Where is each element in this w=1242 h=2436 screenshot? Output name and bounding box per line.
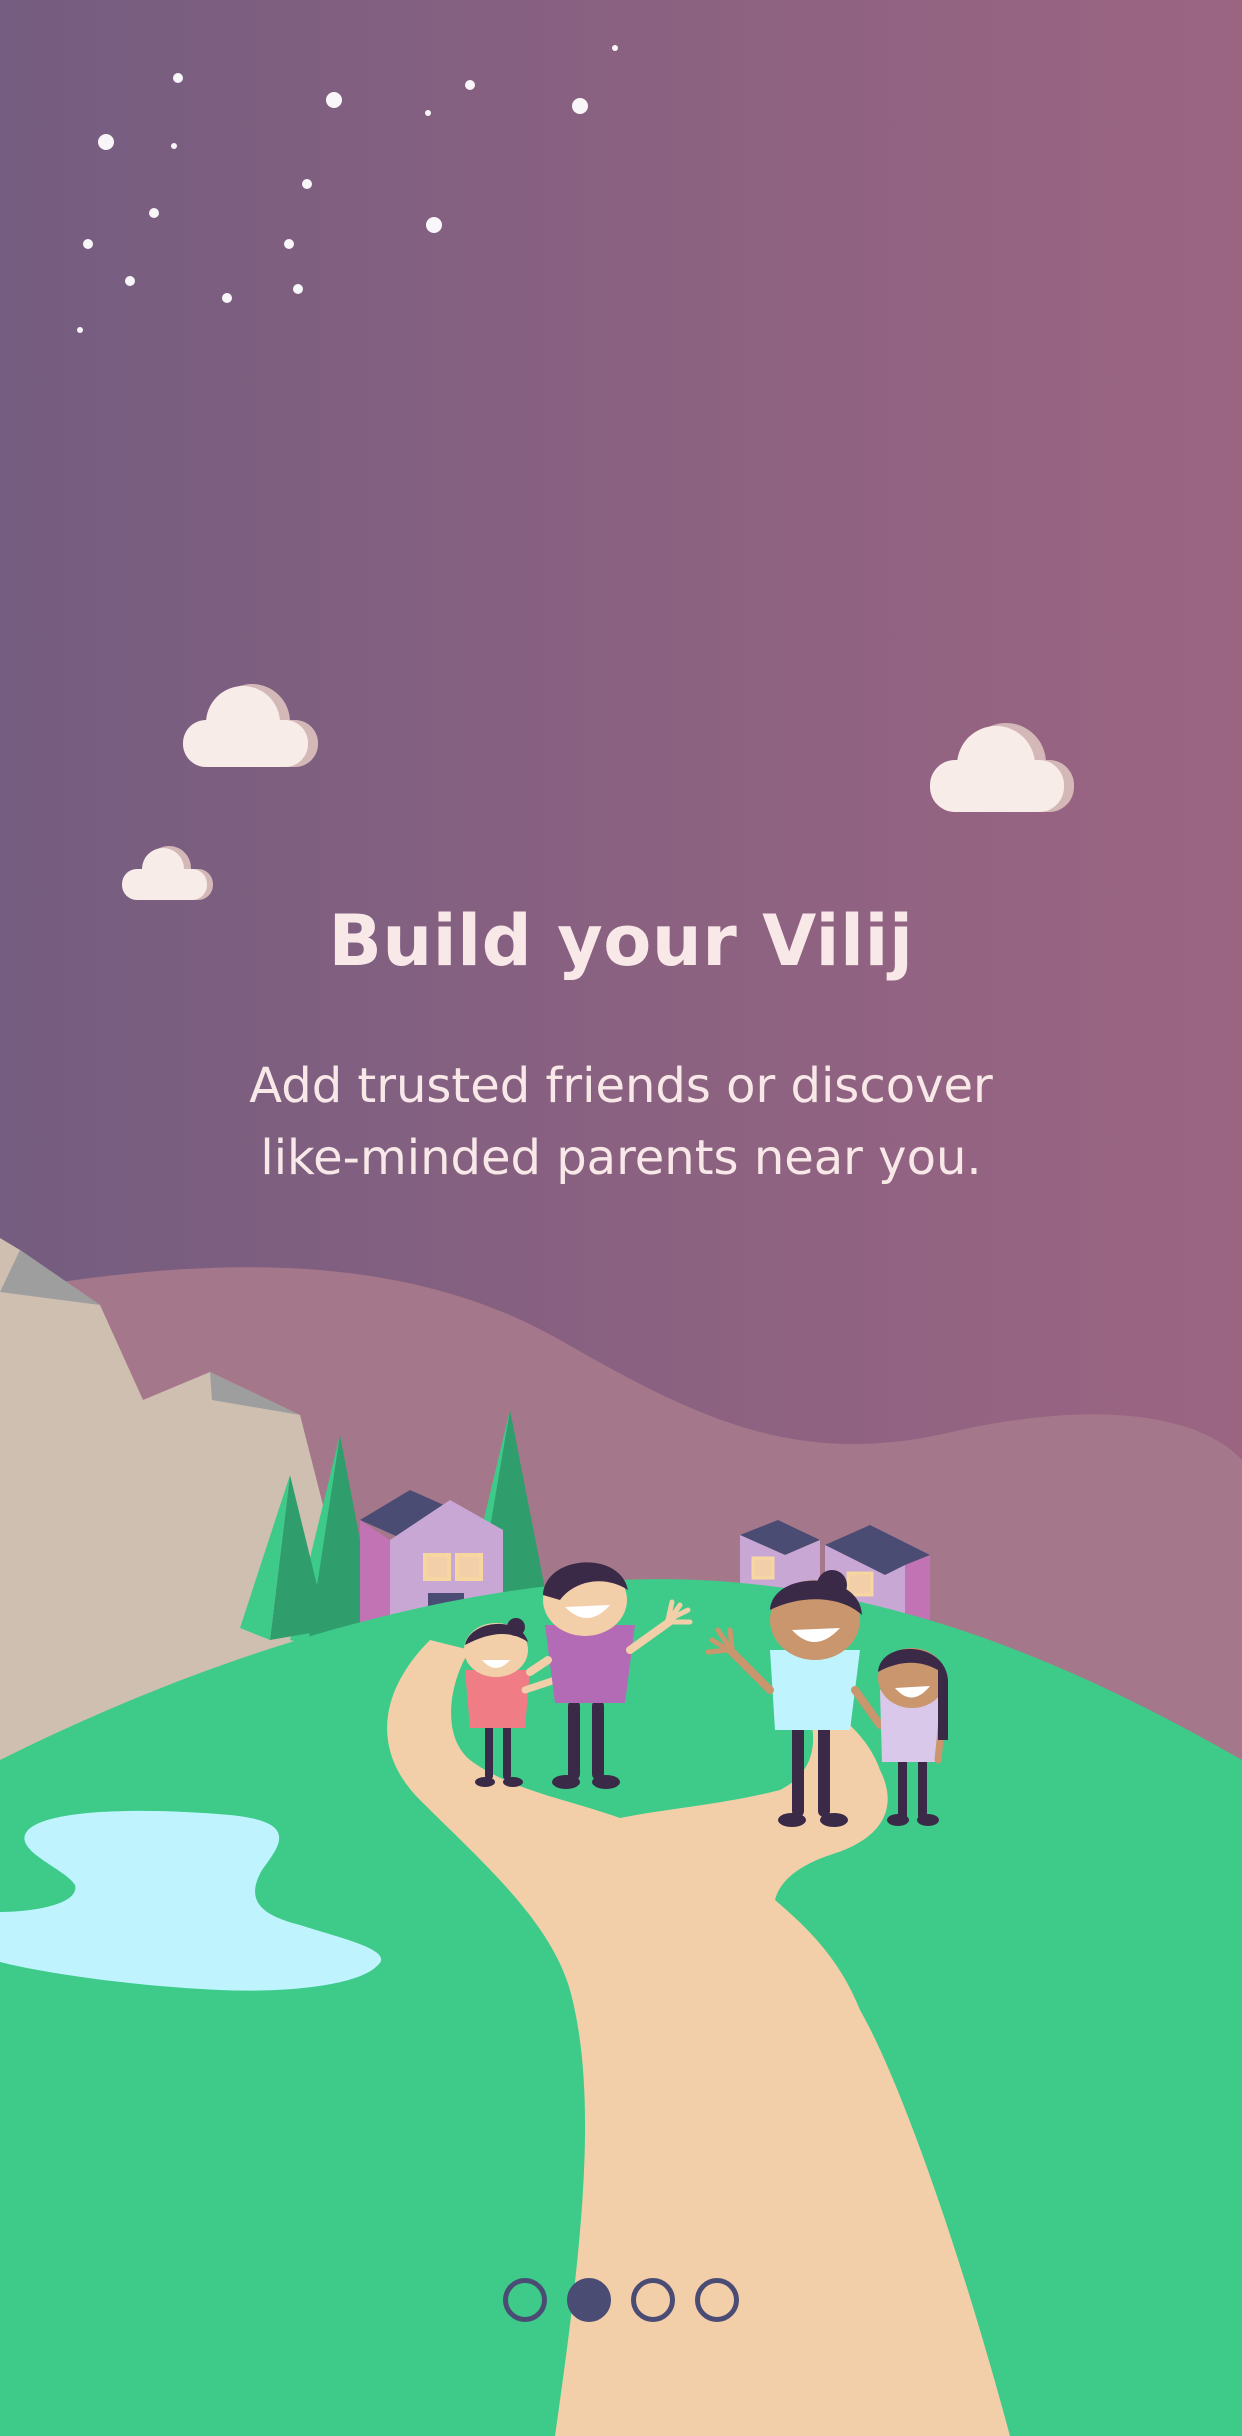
onboarding-subtitle: Add trusted friends or discover like-min… [211, 1050, 1031, 1194]
page-dot-1[interactable] [503, 2278, 547, 2322]
onboarding-title: Build your Vilij [328, 900, 914, 982]
subtitle-line-2: like-minded parents near you. [260, 1130, 982, 1186]
onboarding-illustration [0, 45, 1242, 2436]
star-icon [77, 45, 618, 333]
onboarding-screen: Build your Vilij Add trusted friends or … [0, 0, 1242, 2436]
page-dot-2-active[interactable] [567, 2278, 611, 2322]
subtitle-line-1: Add trusted friends or discover [249, 1058, 993, 1114]
page-indicator [0, 2278, 1242, 2322]
cloud-icon [122, 684, 1074, 900]
page-dot-3[interactable] [631, 2278, 675, 2322]
page-dot-4[interactable] [695, 2278, 739, 2322]
